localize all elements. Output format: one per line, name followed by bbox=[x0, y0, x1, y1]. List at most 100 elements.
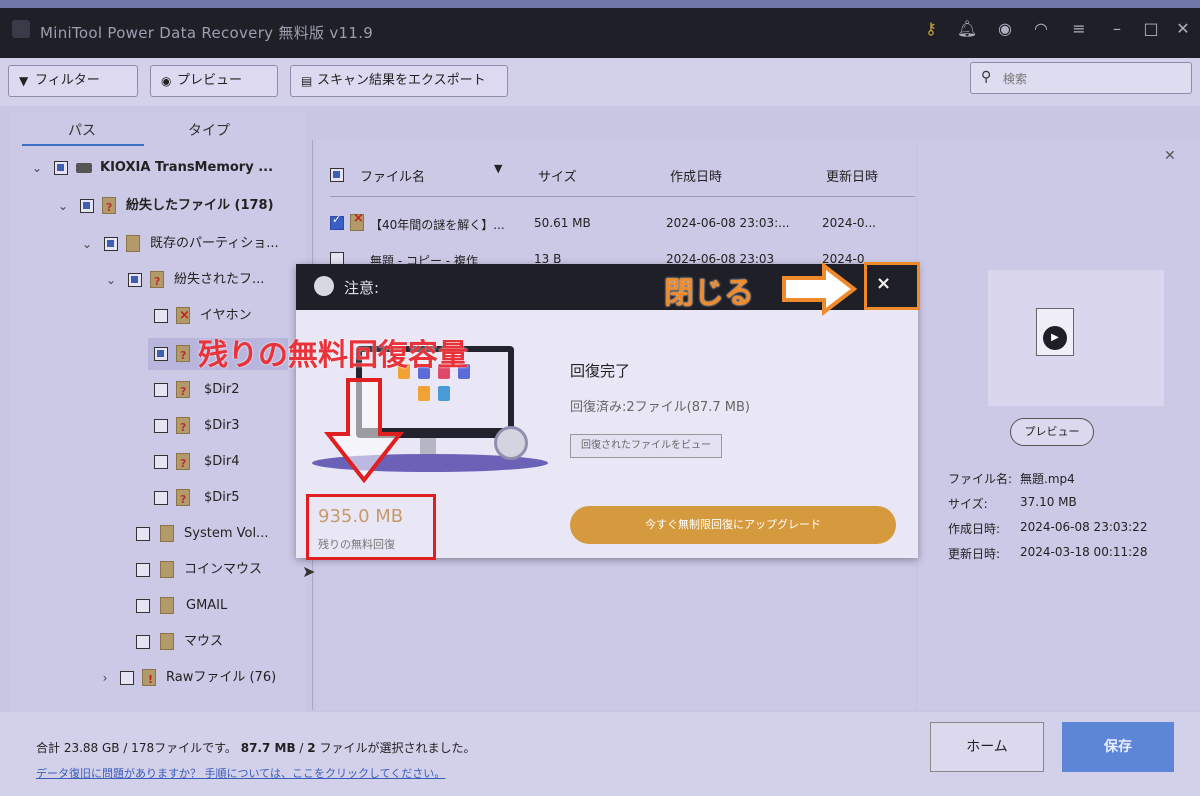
size-label: サイズ: bbox=[948, 497, 988, 511]
chevron-down-icon[interactable]: ⌄ bbox=[30, 156, 44, 180]
annotation-remaining-highlight bbox=[306, 494, 436, 560]
search-input[interactable] bbox=[1003, 69, 1183, 89]
chevron-down-icon[interactable]: ⌄ bbox=[80, 232, 94, 256]
close-preview-icon[interactable]: ✕ bbox=[1164, 148, 1176, 164]
play-icon: ▶ bbox=[1043, 326, 1067, 350]
tree-checkbox[interactable] bbox=[136, 599, 150, 613]
folder-icon bbox=[142, 668, 156, 692]
file-name: 【40年間の謎を解く】... bbox=[370, 218, 505, 232]
title-bar: MiniTool Power Data Recovery 無料版 v11.9 ⚷… bbox=[0, 0, 1200, 58]
folder-icon bbox=[176, 344, 190, 368]
filter-button[interactable]: ▼ フィルター bbox=[8, 65, 138, 97]
save-button[interactable]: 保存 bbox=[1062, 722, 1174, 772]
filter-icon: ▼ bbox=[19, 74, 29, 88]
chevron-down-icon[interactable]: ⌄ bbox=[104, 268, 118, 292]
folder-icon bbox=[176, 416, 190, 440]
modified-value: 2024-03-18 00:11:28 bbox=[1020, 545, 1148, 559]
folder-icon bbox=[126, 235, 140, 252]
export-button[interactable]: ▤ スキャン結果をエクスポート bbox=[290, 65, 508, 97]
tree-item-label: マウス bbox=[184, 634, 224, 649]
header-divider bbox=[330, 196, 915, 197]
export-icon: ▤ bbox=[301, 74, 313, 88]
maximize-icon[interactable]: □ bbox=[1140, 18, 1162, 40]
folder-icon bbox=[176, 488, 190, 512]
chevron-down-icon[interactable]: ⌄ bbox=[56, 194, 70, 218]
summary-suffix: ファイルが選択されました。 bbox=[315, 741, 476, 755]
tree-item-label: 紛失したファイル (178) bbox=[126, 198, 274, 213]
tree-item-label: KIOXIA TransMemory ... bbox=[100, 160, 274, 175]
search-icon: ⚲ bbox=[981, 69, 992, 85]
column-header-name[interactable]: ファイル名 bbox=[360, 166, 425, 185]
sort-arrow-icon[interactable]: ▼ bbox=[494, 162, 502, 175]
upgrade-button[interactable]: 今すぐ無制限回復にアップグレード bbox=[570, 506, 896, 544]
tree-item-label: イヤホン bbox=[200, 308, 252, 323]
disc-icon[interactable]: ◉ bbox=[994, 18, 1016, 40]
modified-label: 更新日時: bbox=[948, 547, 1001, 561]
tree-item-label: GMAIL bbox=[186, 598, 228, 613]
home-button[interactable]: ホーム bbox=[930, 722, 1044, 772]
disk-icon bbox=[494, 426, 528, 460]
preview-label: プレビュー bbox=[177, 73, 243, 88]
tree-item-label: $Dir3 bbox=[204, 418, 240, 433]
size-value: 37.10 MB bbox=[1020, 495, 1077, 509]
preview-button[interactable]: ◉ プレビュー bbox=[150, 65, 278, 97]
filter-label: フィルター bbox=[35, 73, 100, 88]
view-recovered-files-button[interactable]: 回復されたファイルをビュー bbox=[570, 434, 722, 458]
file-created: 2024-06-08 23:03:... bbox=[666, 216, 790, 230]
tab-type[interactable]: タイプ bbox=[188, 120, 230, 140]
file-size: 50.61 MB bbox=[534, 216, 591, 230]
key-icon[interactable]: ⚷ bbox=[920, 18, 942, 40]
folder-icon bbox=[176, 380, 190, 404]
summary-selected-count: 2 bbox=[307, 741, 316, 755]
file-icon bbox=[438, 386, 450, 401]
help-link[interactable]: データ復旧に問題がありますか？ 手順については、ここをクリックしてください。 bbox=[36, 765, 445, 781]
file-name-label: ファイル名: bbox=[948, 472, 1013, 486]
search-box[interactable]: ⚲ bbox=[970, 62, 1192, 94]
tree-item-label: 紛失されたフ... bbox=[174, 272, 265, 287]
selection-summary: 合計 23.88 GB / 178ファイルです。 87.7 MB / 2 ファイ… bbox=[36, 739, 475, 756]
tree-checkbox[interactable] bbox=[120, 671, 134, 685]
chevron-right-icon[interactable]: › bbox=[98, 666, 112, 690]
mascot-icon bbox=[314, 276, 334, 296]
tree-checkbox[interactable] bbox=[154, 309, 168, 323]
tree-checkbox[interactable] bbox=[154, 491, 168, 505]
folder-icon bbox=[160, 633, 174, 650]
tree-item-label: コインマウス bbox=[184, 562, 263, 577]
column-header-size[interactable]: サイズ bbox=[538, 166, 577, 185]
tree-checkbox[interactable] bbox=[154, 383, 168, 397]
tree-item-label: $Dir2 bbox=[204, 382, 240, 397]
headset-icon[interactable]: ◠ bbox=[1030, 18, 1052, 40]
tree-checkbox[interactable] bbox=[80, 199, 94, 213]
column-header-created[interactable]: 作成日時 bbox=[670, 166, 722, 185]
file-icon bbox=[418, 386, 430, 401]
file-icon bbox=[350, 211, 364, 231]
tree-checkbox[interactable] bbox=[136, 635, 150, 649]
row-checkbox[interactable] bbox=[330, 213, 344, 230]
annotation-arrow-right-icon bbox=[782, 262, 858, 316]
tree-checkbox[interactable] bbox=[54, 161, 68, 175]
tree-checkbox[interactable] bbox=[154, 455, 168, 469]
tab-path[interactable]: パス bbox=[68, 120, 96, 140]
bell-icon[interactable]: 🔔︎ bbox=[956, 18, 978, 40]
file-name-value: 無題.mp4 bbox=[1020, 472, 1075, 486]
tree-checkbox[interactable] bbox=[136, 563, 150, 577]
menu-icon[interactable]: ≡ bbox=[1068, 18, 1090, 40]
tree-checkbox[interactable] bbox=[154, 419, 168, 433]
mouse-cursor-icon: ➤ bbox=[302, 562, 316, 581]
file-modified: 2024-0... bbox=[822, 216, 876, 230]
tree-checkbox[interactable] bbox=[104, 237, 118, 251]
tree-checkbox[interactable] bbox=[136, 527, 150, 541]
tree-checkbox[interactable] bbox=[128, 273, 142, 287]
folder-icon bbox=[102, 196, 116, 220]
tree-checkbox[interactable] bbox=[154, 347, 168, 361]
select-all-checkbox[interactable] bbox=[330, 168, 344, 182]
preview-file-button[interactable]: プレビュー bbox=[1010, 418, 1094, 446]
recovered-summary: 回復済み:2ファイル(87.7 MB) bbox=[570, 400, 751, 415]
annotation-close-label: 閉じる bbox=[664, 276, 754, 311]
export-label: スキャン結果をエクスポート bbox=[317, 73, 486, 88]
close-icon[interactable]: ✕ bbox=[1172, 18, 1194, 40]
tree-item-label: $Dir4 bbox=[204, 454, 240, 469]
column-header-modified[interactable]: 更新日時 bbox=[826, 166, 878, 185]
folder-icon bbox=[176, 452, 190, 476]
minimize-icon[interactable]: – bbox=[1106, 18, 1128, 40]
